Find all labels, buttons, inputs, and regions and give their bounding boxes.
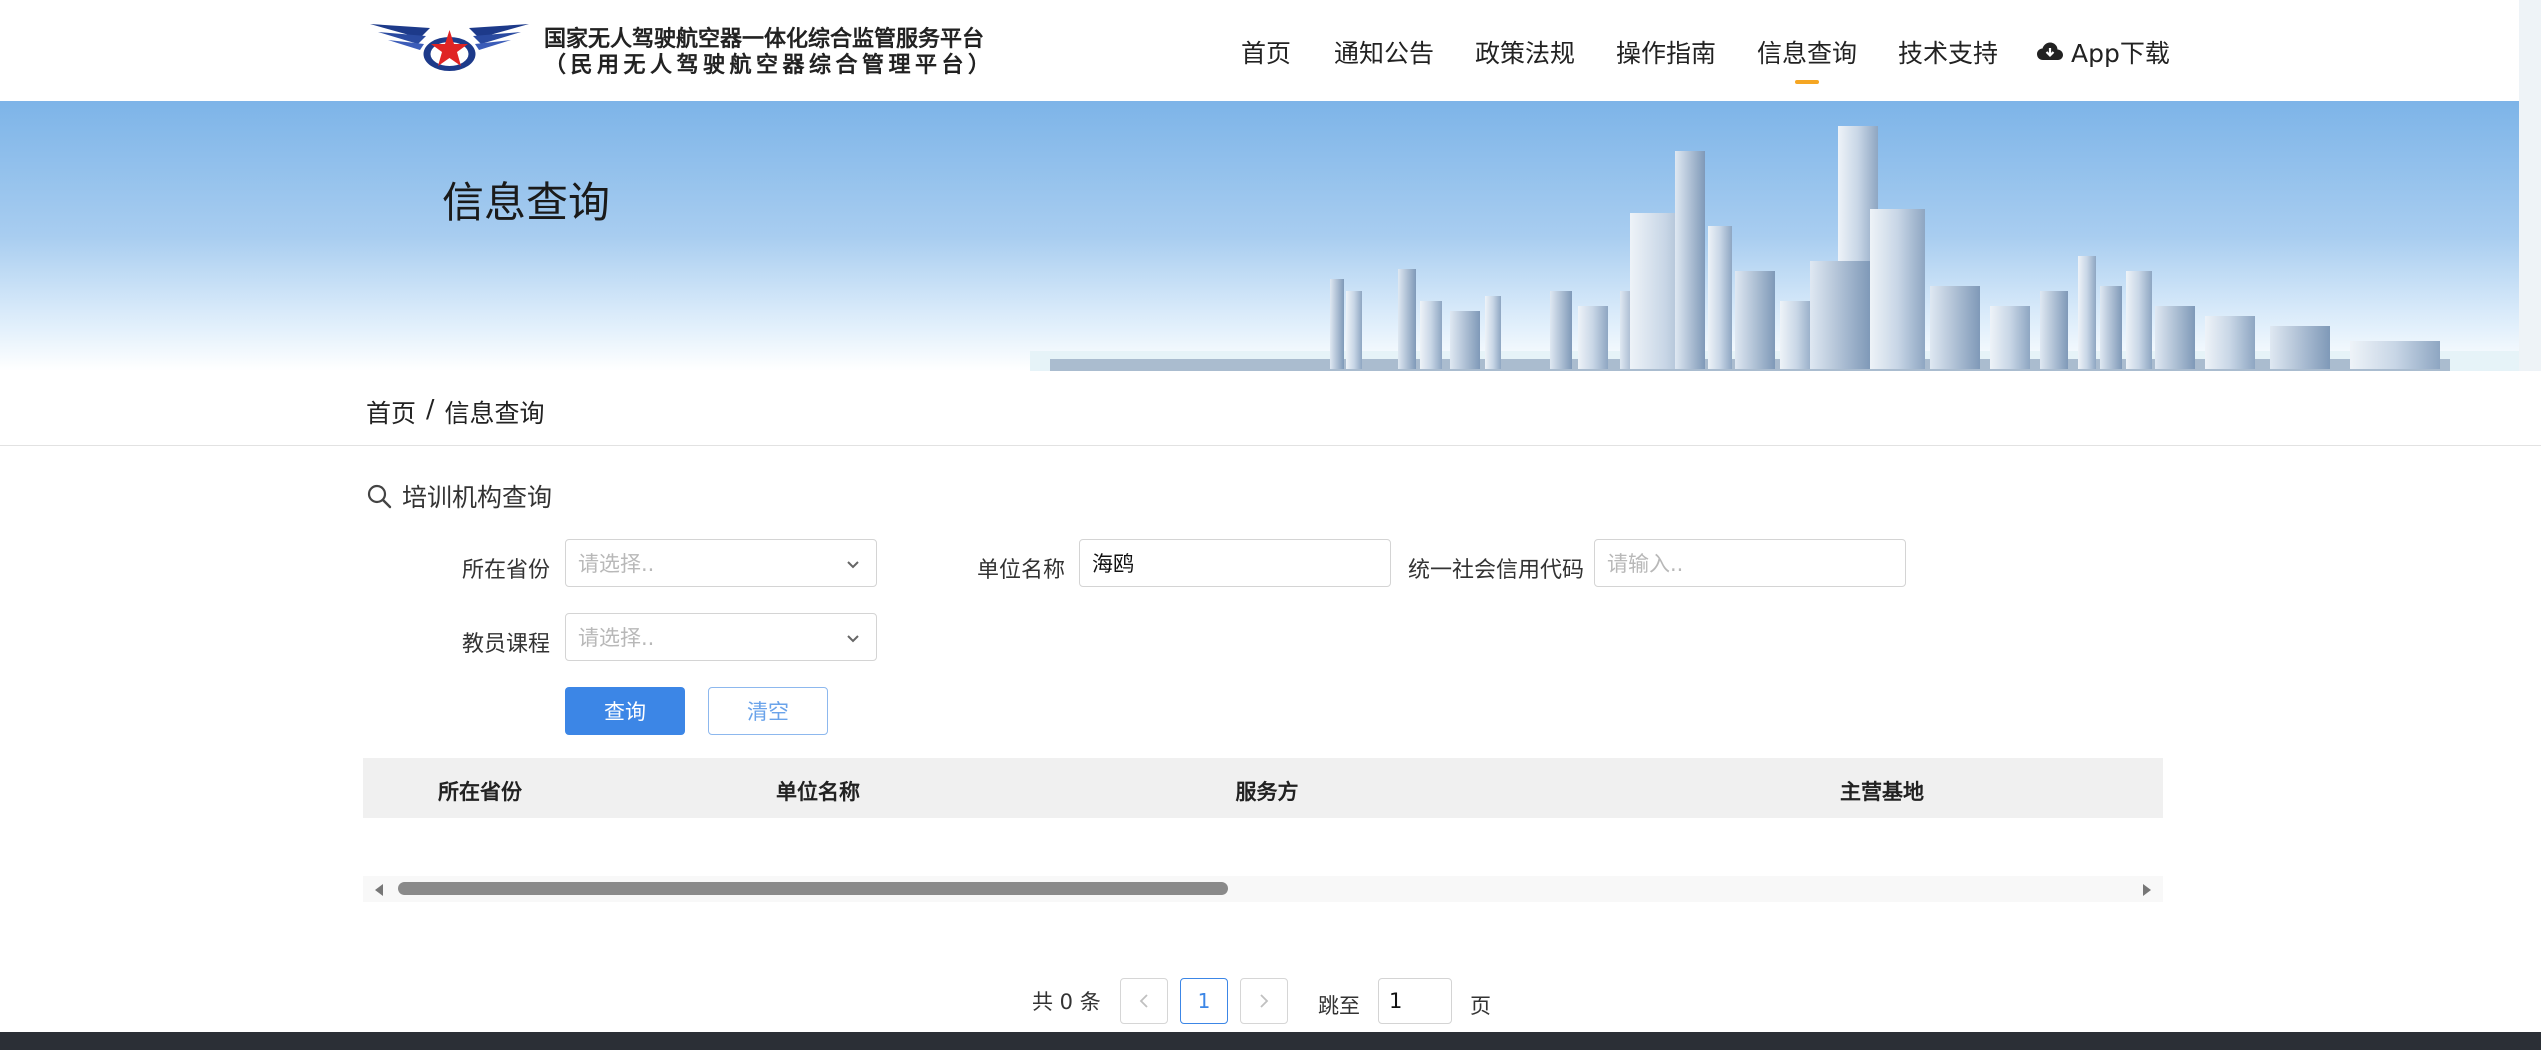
credit-code-input[interactable]: 请输入..: [1594, 539, 1906, 587]
scroll-left-arrow-icon[interactable]: [373, 883, 385, 897]
unit-name-value: 海鸥: [1092, 552, 1134, 576]
column-header-unit-name[interactable]: 单位名称: [776, 776, 860, 806]
page-banner: 信息查询: [0, 101, 2541, 371]
unit-name-label: 单位名称: [977, 558, 1066, 583]
brand-subtitle: （民用无人驾驶航空器综合管理平台）: [544, 53, 995, 78]
top-header: 国家无人驾驶航空器一体化综合监管服务平台 （民用无人驾驶航空器综合管理平台） 首…: [0, 0, 2541, 101]
scroll-right-arrow-icon[interactable]: [2141, 883, 2153, 897]
section-title-label: 培训机构查询: [402, 483, 553, 512]
column-header-main-base[interactable]: 主营基地: [1840, 776, 1924, 806]
nav-guides[interactable]: 操作指南: [1616, 34, 1716, 70]
pagination-jump-label: 跳至: [1318, 994, 1360, 1018]
breadcrumb-current: 信息查询: [444, 399, 545, 428]
course-placeholder: 请选择..: [578, 626, 655, 650]
table-horizontal-scrollbar[interactable]: [363, 876, 2163, 902]
pagination-total: 共 0 条: [1032, 990, 1101, 1014]
course-label: 教员课程: [462, 632, 551, 657]
city-skyline-illustration: [1030, 126, 2541, 371]
nav-app-download[interactable]: App下载: [2037, 34, 2170, 70]
column-header-service-provider[interactable]: 服务方: [1236, 776, 1299, 806]
column-header-province[interactable]: 所在省份: [438, 776, 522, 806]
credit-code-placeholder: 请输入..: [1607, 552, 1684, 576]
nav-tech-support[interactable]: 技术支持: [1898, 34, 1998, 70]
divider: [0, 445, 2541, 446]
unit-name-input[interactable]: 海鸥: [1079, 539, 1391, 587]
nav-home[interactable]: 首页: [1241, 34, 1291, 70]
window-scrollbar[interactable]: [2519, 0, 2541, 371]
chevron-right-icon: [1260, 994, 1269, 1008]
pagination-next-button[interactable]: [1240, 978, 1288, 1024]
search-icon: [367, 484, 392, 509]
nav-notices[interactable]: 通知公告: [1334, 34, 1434, 70]
pagination-jump-input[interactable]: 1: [1378, 978, 1452, 1024]
query-button[interactable]: 查询: [565, 687, 685, 735]
breadcrumb: 首页 / 信息查询: [366, 394, 544, 430]
breadcrumb-separator: /: [426, 394, 435, 423]
province-select[interactable]: 请选择..: [565, 539, 877, 587]
results-table-header: 所在省份 单位名称 服务方 主营基地: [363, 758, 2163, 818]
chevron-left-icon: [1139, 994, 1148, 1008]
section-title: 培训机构查询: [366, 478, 552, 514]
pagination-prev-button[interactable]: [1120, 978, 1168, 1024]
footer: [0, 1032, 2541, 1050]
chevron-down-icon: [847, 635, 859, 643]
page-title: 信息查询: [442, 178, 611, 227]
page: 国家无人驾驶航空器一体化综合监管服务平台 （民用无人驾驶航空器综合管理平台） 首…: [0, 0, 2541, 1050]
course-select[interactable]: 请选择..: [565, 613, 877, 661]
breadcrumb-home[interactable]: 首页: [366, 394, 416, 430]
chevron-down-icon: [847, 561, 859, 569]
wings-star-logo-icon[interactable]: [368, 18, 531, 74]
province-placeholder: 请选择..: [578, 552, 655, 576]
nav-info-query[interactable]: 信息查询: [1757, 34, 1857, 70]
app-download-label: App下载: [2071, 39, 2170, 68]
province-label: 所在省份: [462, 558, 551, 583]
pagination-page-1[interactable]: 1: [1180, 978, 1228, 1024]
credit-code-label: 统一社会信用代码: [1408, 558, 1585, 583]
pagination-page-unit: 页: [1470, 994, 1491, 1018]
clear-button[interactable]: 清空: [708, 687, 828, 735]
nav-policies[interactable]: 政策法规: [1475, 34, 1575, 70]
scrollbar-thumb[interactable]: [398, 882, 1228, 895]
cloud-download-icon: [2037, 42, 2063, 60]
